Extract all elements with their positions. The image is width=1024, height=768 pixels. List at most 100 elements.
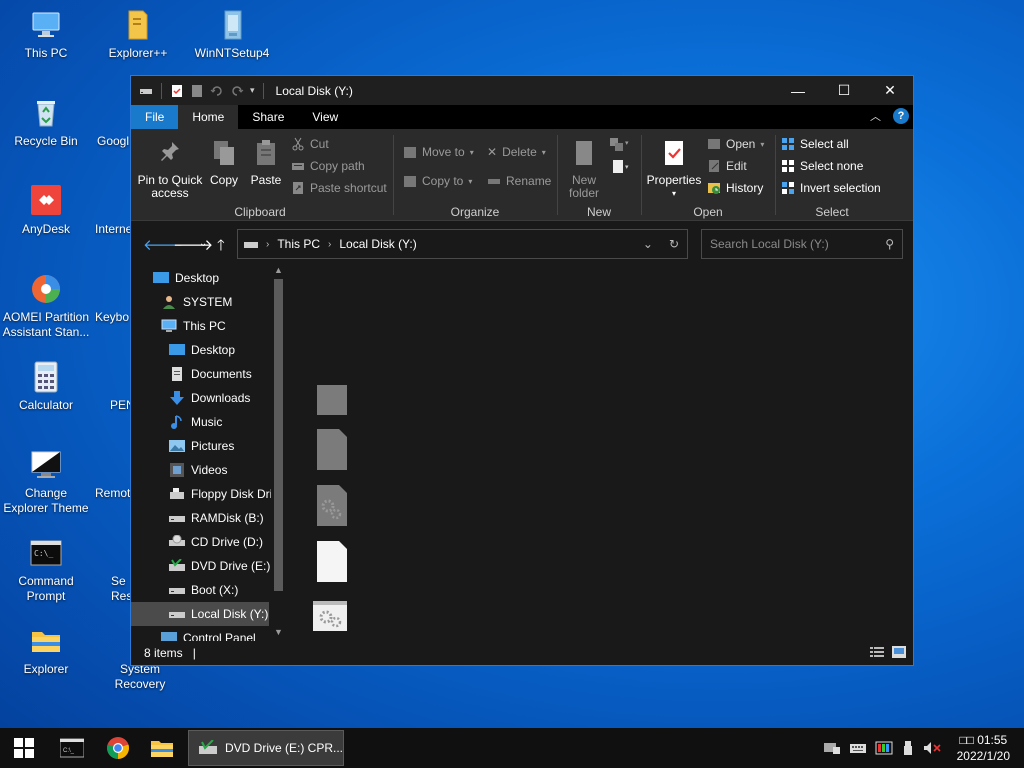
- desktop-icon-command-prompt[interactable]: C:\_ Command Prompt: [2, 536, 90, 604]
- nav-item-ramdisk[interactable]: RAMDisk (B:): [169, 506, 264, 530]
- nav-item-this-pc[interactable]: This PC: [161, 314, 226, 338]
- paste-button[interactable]: Paste: [247, 139, 285, 187]
- desktop-icon-label: Interne: [95, 222, 133, 236]
- maximize-button[interactable]: ☐: [821, 76, 867, 105]
- desktop-icon-label: System Recovery: [114, 662, 166, 691]
- rename-button[interactable]: Rename: [487, 174, 551, 188]
- redo-icon[interactable]: [230, 84, 244, 98]
- open-button[interactable]: Open ▾: [707, 137, 764, 151]
- tab-file[interactable]: File: [131, 105, 179, 129]
- taskbar-command-prompt[interactable]: C:\_: [50, 728, 94, 768]
- nav-item-music[interactable]: Music: [169, 410, 222, 434]
- search-box[interactable]: Search Local Disk (Y:) ⚲: [701, 229, 903, 259]
- start-button[interactable]: [0, 728, 48, 768]
- cut-button[interactable]: Cut: [291, 137, 329, 151]
- copy-path-icon: [292, 163, 304, 170]
- file-item-gray-document[interactable]: [316, 428, 348, 472]
- nav-item-videos[interactable]: Videos: [169, 458, 227, 482]
- address-bar[interactable]: › This PC › Local Disk (Y:) ⌄ ↻: [237, 229, 688, 259]
- breadcrumb-local-disk[interactable]: Local Disk (Y:): [339, 237, 416, 251]
- edit-button[interactable]: Edit: [707, 159, 747, 173]
- desktop-icon-winntsetup[interactable]: WinNTSetup4: [188, 8, 276, 61]
- nav-item-documents[interactable]: Documents: [169, 362, 252, 386]
- undo-icon[interactable]: [210, 84, 224, 98]
- new-folder-button[interactable]: New folder: [563, 139, 605, 200]
- scroll-down-icon[interactable]: ▼: [274, 627, 283, 637]
- customize-toolbar-icon[interactable]: ▾: [250, 85, 255, 96]
- desktop-icon-this-pc[interactable]: This PC: [2, 8, 90, 61]
- nav-item-desktop[interactable]: Desktop: [153, 266, 219, 290]
- file-item-gear-document[interactable]: [316, 484, 348, 528]
- color-display-icon[interactable]: [875, 741, 893, 755]
- nav-item-boot[interactable]: Boot (X:): [169, 578, 238, 602]
- recent-locations-button[interactable]: ⌄: [199, 238, 207, 249]
- desktop-icon-change-explorer-theme[interactable]: Change Explorer Theme: [2, 448, 90, 516]
- scroll-up-icon[interactable]: ▲: [274, 265, 283, 275]
- select-none-button[interactable]: Select none: [781, 159, 863, 173]
- taskbar-chrome[interactable]: [96, 728, 140, 768]
- title-bar[interactable]: ▾ Local Disk (Y:) — ☐ ✕: [131, 76, 913, 105]
- large-icons-view-icon[interactable]: [891, 645, 907, 659]
- nav-item-system[interactable]: SYSTEM: [161, 290, 232, 314]
- details-view-icon[interactable]: [869, 645, 885, 659]
- desktop-icon-recycle-bin[interactable]: Recycle Bin: [2, 96, 90, 149]
- file-item-blank-document[interactable]: [316, 540, 348, 584]
- nav-item-downloads[interactable]: Downloads: [169, 386, 250, 410]
- desktop-icon-se-res[interactable]: Se Res: [111, 536, 131, 604]
- minimize-button[interactable]: —: [775, 76, 821, 105]
- easy-access-icon[interactable]: ▾: [611, 159, 633, 177]
- usb-icon[interactable]: [901, 740, 915, 756]
- nav-item-cd-drive[interactable]: CD Drive (D:): [169, 530, 263, 554]
- delete-button[interactable]: ✕ Delete ▾: [487, 145, 546, 159]
- history-button[interactable]: History: [707, 181, 763, 195]
- desktop-icon-label: This PC: [24, 46, 68, 60]
- chrome-icon: [107, 737, 129, 759]
- refresh-icon[interactable]: ↻: [669, 237, 679, 251]
- invert-selection-button[interactable]: Invert selection: [781, 181, 881, 195]
- google-chrome-icon: [97, 96, 131, 130]
- address-dropdown-icon[interactable]: ⌄: [643, 237, 653, 251]
- desktop-icon-explorerpp[interactable]: Explorer++: [94, 8, 182, 61]
- desktop-icon-label: Se Res: [111, 574, 131, 603]
- clock-date: 2022/1/20: [956, 749, 1010, 763]
- tab-view[interactable]: View: [298, 105, 352, 129]
- collapse-ribbon-icon[interactable]: ︿: [870, 108, 881, 124]
- desktop-icon-anydesk[interactable]: AnyDesk: [2, 184, 90, 237]
- file-item-gray-square[interactable]: [316, 384, 348, 416]
- paste-shortcut-button[interactable]: Paste shortcut: [291, 181, 387, 195]
- file-item-gear-window[interactable]: [312, 600, 348, 632]
- copy-path-button[interactable]: Copy path: [291, 159, 365, 173]
- taskbar-active-window[interactable]: DVD Drive (E:) CPR...: [188, 730, 344, 766]
- close-button[interactable]: ✕: [867, 76, 913, 105]
- nav-item-local-disk[interactable]: Local Disk (Y:): [131, 602, 269, 626]
- up-button[interactable]: 🡑: [217, 235, 225, 260]
- nav-item-dvd-drive[interactable]: DVD Drive (E:) C: [169, 554, 282, 578]
- pin-to-quick-access-button[interactable]: Pin to Quick access: [137, 139, 203, 200]
- nav-item-pictures[interactable]: Pictures: [169, 434, 234, 458]
- properties-check-icon[interactable]: [170, 84, 184, 98]
- breadcrumb-this-pc[interactable]: This PC: [277, 237, 320, 251]
- nav-item-control-panel[interactable]: Control Panel: [161, 626, 256, 642]
- network-settings-icon[interactable]: [823, 741, 841, 755]
- desktop-icon-calculator[interactable]: Calculator: [2, 360, 90, 413]
- desktop-icon-aomei[interactable]: AOMEI Partition Assistant Stan...: [2, 272, 90, 340]
- copy-button[interactable]: Copy: [207, 139, 241, 187]
- nav-item-pc-desktop[interactable]: Desktop: [169, 338, 235, 362]
- scroll-thumb[interactable]: [274, 279, 283, 591]
- copy-to-button[interactable]: Copy to ▾: [403, 174, 472, 188]
- keyboard-icon[interactable]: [849, 741, 867, 755]
- properties-button[interactable]: Properties ▾: [645, 139, 703, 200]
- nav-scrollbar[interactable]: ▲ ▼: [271, 265, 286, 642]
- desktop-icon-explorer[interactable]: Explorer: [2, 624, 90, 677]
- move-to-button[interactable]: Move to ▾: [403, 145, 474, 159]
- new-item-icon[interactable]: ▾: [609, 137, 631, 155]
- clock[interactable]: □□ 01:55 2022/1/20: [949, 732, 1018, 764]
- tab-home[interactable]: Home: [178, 105, 239, 129]
- volume-muted-icon[interactable]: [923, 741, 941, 755]
- select-all-button[interactable]: Select all: [781, 137, 849, 151]
- tab-share[interactable]: Share: [238, 105, 298, 129]
- new-folder-quick-icon[interactable]: [190, 84, 204, 98]
- nav-item-floppy[interactable]: Floppy Disk Dri: [169, 482, 272, 506]
- help-icon[interactable]: ?: [893, 108, 909, 124]
- taskbar-file-explorer[interactable]: [140, 728, 184, 768]
